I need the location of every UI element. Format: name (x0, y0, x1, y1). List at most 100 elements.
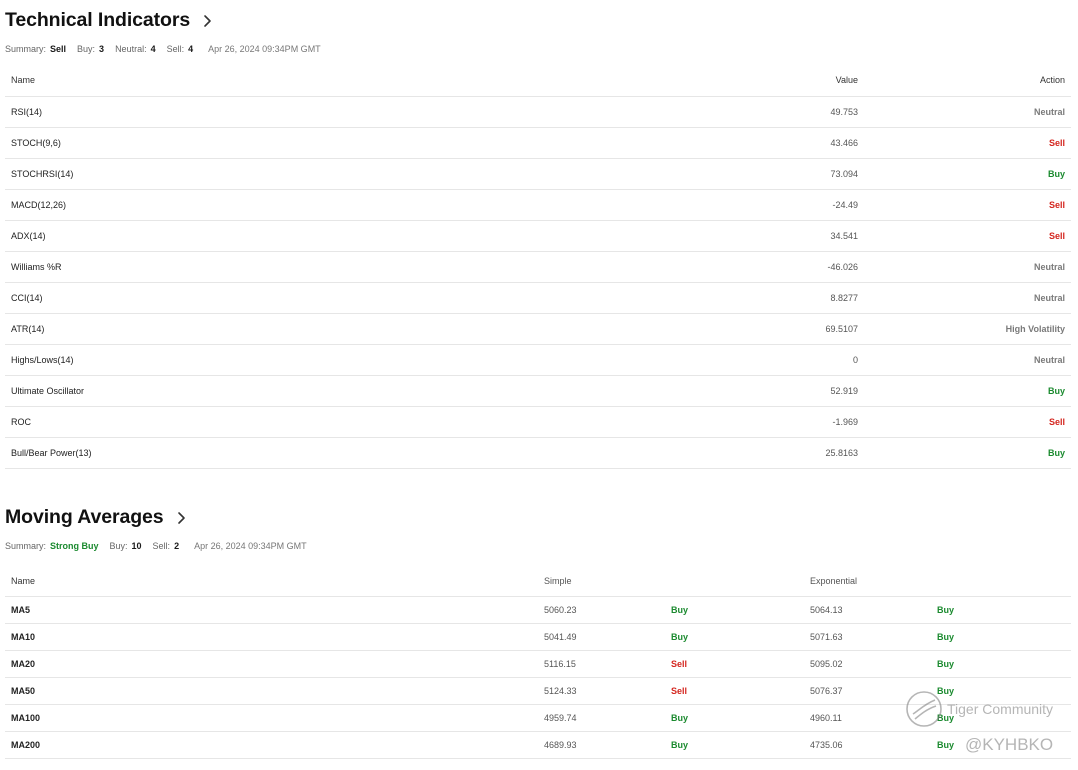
ma-simple-action: Buy (671, 623, 810, 651)
header-exponential: Exponential (810, 565, 937, 597)
indicator-value: -46.026 (711, 251, 858, 283)
ma-simple-action: Buy (671, 704, 810, 732)
indicator-name: MACD(12,26) (5, 189, 711, 221)
technical-indicators-section: Technical Indicators Summary: Sell Buy: … (5, 7, 1071, 469)
table-row: ROC -1.969 Sell (5, 406, 1071, 438)
indicator-name: Bull/Bear Power(13) (5, 437, 711, 469)
ma-simple-value: 5041.49 (544, 623, 671, 651)
neutral-count-value: 4 (150, 44, 156, 54)
indicator-name: STOCHRSI(14) (5, 158, 711, 190)
ma-exponential-value: 5064.13 (810, 596, 937, 624)
indicator-name: CCI(14) (5, 282, 711, 314)
buy-count-label: Buy: (77, 44, 96, 54)
indicator-value: 52.919 (711, 375, 858, 407)
indicator-name: ADX(14) (5, 220, 711, 252)
ma-exponential-action: Buy (937, 677, 1071, 705)
moving-averages-title[interactable]: Moving Averages (5, 506, 164, 529)
indicator-value: 8.8277 (711, 282, 858, 314)
ma-name: MA50 (5, 677, 544, 705)
ma-exponential-value: 4735.06 (810, 731, 937, 759)
table-row: MACD(12,26) -24.49 Sell (5, 189, 1071, 221)
indicator-value: 69.5107 (711, 313, 858, 345)
indicator-value: 43.466 (711, 127, 858, 159)
ma-exponential-action: Buy (937, 704, 1071, 732)
indicator-action: Neutral (858, 251, 1071, 283)
ma-simple-value: 5060.23 (544, 596, 671, 624)
ma-simple-action: Sell (671, 650, 810, 678)
moving-averages-title-link[interactable]: Moving Averages (5, 504, 1071, 530)
table-row: MA100 4959.74 Buy 4960.11 Buy (5, 704, 1071, 732)
ma-exponential-action: Buy (937, 650, 1071, 678)
ma-name: MA5 (5, 596, 544, 624)
sell-count-label: Sell: (166, 44, 185, 54)
indicator-action: Buy (858, 375, 1071, 407)
indicator-value: 73.094 (711, 158, 858, 190)
indicator-action: Sell (858, 127, 1071, 159)
sell-count-value: 4 (188, 44, 194, 54)
chevron-right-icon[interactable] (176, 509, 188, 525)
ma-simple-action: Buy (671, 731, 810, 759)
table-row: STOCH(9,6) 43.466 Sell (5, 127, 1071, 159)
indicator-name: Ultimate Oscillator (5, 375, 711, 407)
neutral-count-label: Neutral: (115, 44, 147, 54)
buy-count-label: Buy: (109, 541, 128, 551)
technical-indicators-summary: Summary: Sell Buy: 3 Neutral: 4 Sell: 4 … (5, 42, 1071, 56)
indicator-action: Sell (858, 220, 1071, 252)
ma-name: MA20 (5, 650, 544, 678)
table-row: ATR(14) 69.5107 High Volatility (5, 313, 1071, 345)
technical-indicators-table: Name Value Action RSI(14) 49.753 Neutral ST… (5, 64, 1071, 469)
indicator-value: -24.49 (711, 189, 858, 221)
indicator-name: ATR(14) (5, 313, 711, 345)
indicator-name: RSI(14) (5, 96, 711, 128)
header-name: Name (5, 565, 544, 597)
table-row: Ultimate Oscillator 52.919 Buy (5, 375, 1071, 407)
ma-simple-value: 5116.15 (544, 650, 671, 678)
moving-averages-summary: Summary: Strong Buy Buy: 10 Sell: 2 Apr … (5, 539, 1071, 553)
ma-simple-action: Sell (671, 677, 810, 705)
summary-value: Strong Buy (50, 541, 99, 551)
table-row: MA5 5060.23 Buy 5064.13 Buy (5, 596, 1071, 624)
table-row: RSI(14) 49.753 Neutral (5, 96, 1071, 128)
indicator-action: High Volatility (858, 313, 1071, 345)
indicator-action: Neutral (858, 282, 1071, 314)
indicator-value: 34.541 (711, 220, 858, 252)
table-row: STOCHRSI(14) 73.094 Buy (5, 158, 1071, 190)
ma-simple-value: 5124.33 (544, 677, 671, 705)
table-row: MA20 5116.15 Sell 5095.02 Buy (5, 650, 1071, 678)
header-name: Name (5, 64, 711, 97)
indicator-action: Buy (858, 437, 1071, 469)
indicator-value: -1.969 (711, 406, 858, 438)
indicator-action: Neutral (858, 344, 1071, 376)
ma-exponential-value: 5071.63 (810, 623, 937, 651)
indicator-action: Sell (858, 189, 1071, 221)
summary-label: Summary: (5, 541, 47, 551)
table-row: ADX(14) 34.541 Sell (5, 220, 1071, 252)
table-row: Bull/Bear Power(13) 25.8163 Buy (5, 437, 1071, 469)
moving-averages-table: Name Simple Exponential MA5 5060.23 Buy 506… (5, 565, 1071, 759)
buy-count-value: 10 (131, 541, 142, 551)
indicator-name: Williams %R (5, 251, 711, 283)
ma-exponential-action: Buy (937, 596, 1071, 624)
table-row: CCI(14) 8.8277 Neutral (5, 282, 1071, 314)
summary-value: Sell (50, 44, 67, 54)
ma-exponential-value: 4960.11 (810, 704, 937, 732)
table-row: Williams %R -46.026 Neutral (5, 251, 1071, 283)
ma-name: MA10 (5, 623, 544, 651)
header-simple: Simple (544, 565, 671, 597)
indicator-value: 49.753 (711, 96, 858, 128)
chevron-right-icon[interactable] (202, 12, 214, 28)
page: Technical Indicators Summary: Sell Buy: … (0, 0, 1078, 770)
technical-indicators-title[interactable]: Technical Indicators (5, 9, 190, 32)
ma-simple-value: 4689.93 (544, 731, 671, 759)
technical-indicators-title-link[interactable]: Technical Indicators (5, 7, 1071, 33)
ma-exponential-action: Buy (937, 623, 1071, 651)
buy-count-value: 3 (99, 44, 105, 54)
summary-label: Summary: (5, 44, 47, 54)
table-row: MA200 4689.93 Buy 4735.06 Buy (5, 731, 1071, 759)
ma-simple-action: Buy (671, 596, 810, 624)
indicator-value: 0 (711, 344, 858, 376)
ma-exponential-value: 5095.02 (810, 650, 937, 678)
indicator-action: Neutral (858, 96, 1071, 128)
indicator-action: Buy (858, 158, 1071, 190)
table-row: Highs/Lows(14) 0 Neutral (5, 344, 1071, 376)
